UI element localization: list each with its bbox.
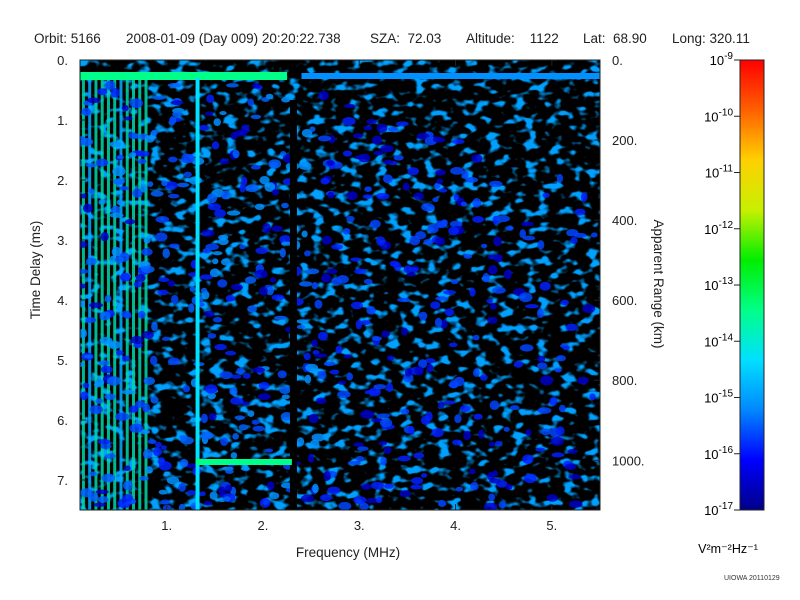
colorbar-tick-label: 10-10 [704, 107, 733, 124]
colorbar-tick-label: 10-17 [704, 501, 733, 518]
colorbar-unit-label: V²m⁻²Hz⁻¹ [698, 542, 758, 556]
credit-label: UIOWA 20110129 [724, 575, 780, 582]
colorbar-tick-label: 10-15 [704, 389, 733, 406]
colorbar: 10-9 10-10 10-11 10-12 10-13 10-14 10-15 10-16 1… [698, 51, 765, 556]
colorbar-tick-label: 10-13 [704, 276, 733, 293]
colorbar-tick-label: 10-12 [704, 220, 733, 237]
colorbar-tick-label: 10-11 [705, 164, 734, 181]
colorbar-tick-label: 10-9 [710, 51, 734, 68]
colorbar-gradient [739, 59, 765, 511]
colorbar-tick-label: 10-14 [704, 332, 733, 349]
colorbar-tick-label: 10-16 [704, 445, 733, 462]
